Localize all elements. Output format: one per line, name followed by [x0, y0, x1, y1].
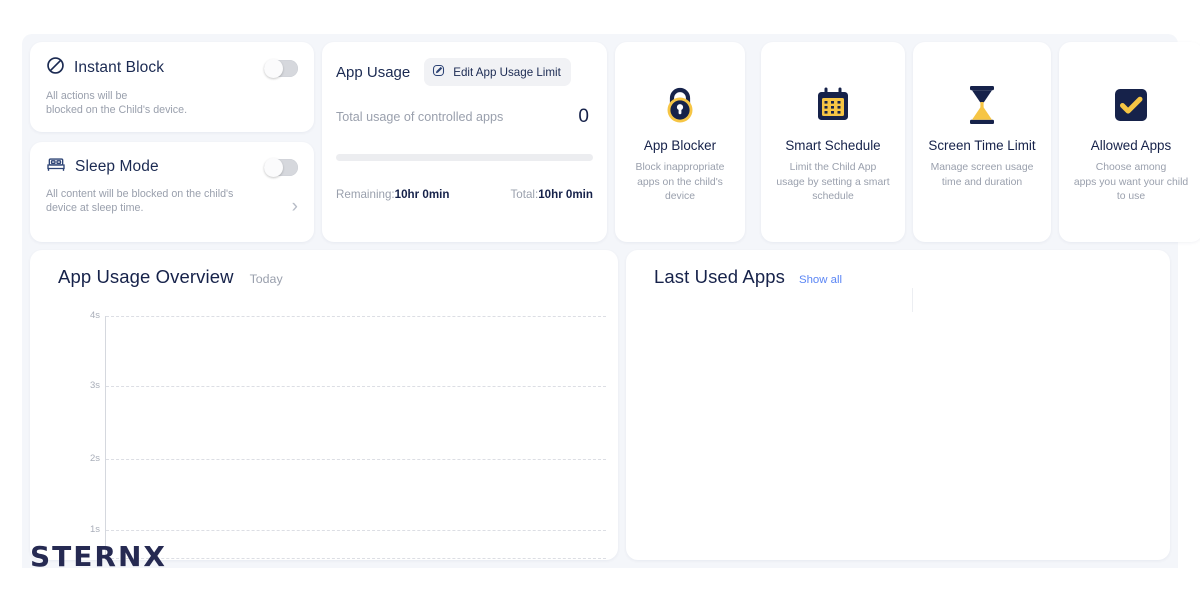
feature-description: Choose among apps you want your child to…: [1064, 161, 1198, 205]
ytick-label: 2s: [89, 453, 100, 464]
top-card-row: Instant Block All actions will be blocke…: [22, 42, 1200, 242]
feature-card-allowed-apps[interactable]: Allowed Apps Choose among apps you want …: [1059, 42, 1200, 242]
calendar-icon: [814, 82, 852, 128]
feature-card-smart-schedule[interactable]: Smart Schedule Limit the Child App usage…: [761, 42, 905, 242]
instant-block-header: Instant Block: [30, 42, 314, 80]
desc-line: Manage screen usage: [930, 162, 1034, 173]
edit-pencil-icon: [431, 63, 446, 81]
desc-line: to use: [1116, 191, 1146, 202]
feature-title: App Blocker: [643, 138, 717, 153]
desc-line: time and duration: [941, 176, 1023, 188]
sleep-mode-title: Sleep Mode: [75, 158, 159, 175]
hourglass-icon: [965, 82, 999, 128]
chart-y-axis: [105, 316, 106, 560]
last-used-apps-header: Last Used Apps Show all: [626, 250, 1170, 288]
prohibition-icon: [46, 56, 65, 80]
edit-app-usage-limit-button[interactable]: Edit App Usage Limit: [424, 58, 571, 86]
instant-block-card[interactable]: Instant Block All actions will be blocke…: [30, 42, 314, 132]
last-used-apps-divider: [912, 288, 913, 312]
desc-line: All actions will be: [46, 90, 128, 102]
feature-title: Smart Schedule: [785, 138, 881, 153]
instant-block-description: All actions will be blocked on the Child…: [30, 80, 277, 117]
app-usage-card: App Usage Edit App Usage Limit Total usa…: [322, 42, 607, 242]
desc-line: Choose among: [1095, 162, 1167, 173]
feature-card-app-blocker[interactable]: App Blocker Block inappropriate apps on …: [615, 42, 745, 242]
instant-block-toggle[interactable]: [264, 58, 298, 78]
feature-title: Allowed Apps: [1090, 138, 1172, 153]
feature-title: Screen Time Limit: [928, 138, 1036, 153]
desc-line: apps on the child's device: [637, 176, 723, 203]
toggle-knob: [264, 157, 283, 177]
feature-description: Limit the Child App usage by setting a s…: [766, 161, 899, 205]
app-usage-overview-panel: App Usage Overview Today 4s 3s 2s 1s: [30, 250, 618, 560]
ytick-label: 4s: [89, 310, 100, 321]
total-time-label: Total:: [510, 188, 539, 201]
last-used-apps-panel: Last Used Apps Show all: [626, 250, 1170, 560]
remaining-value: 10hr 0min: [394, 188, 450, 201]
sleep-mode-toggle[interactable]: [264, 157, 298, 177]
app-usage-header: App Usage Edit App Usage Limit: [322, 42, 607, 86]
feature-description: Block inappropriate apps on the child's …: [615, 161, 745, 205]
chevron-right-icon[interactable]: ›: [292, 197, 298, 216]
gridline-baseline: [106, 558, 606, 559]
desc-line: blocked on the Child's device.: [46, 104, 188, 116]
gridline: [106, 459, 606, 460]
edit-app-usage-limit-label: Edit App Usage Limit: [453, 65, 561, 79]
total-usage-value: 0: [578, 106, 589, 127]
sleep-mode-description: All content will be blocked on the child…: [30, 178, 277, 215]
app-usage-title: App Usage: [336, 63, 411, 81]
total-time: Total:10hr 0min: [511, 188, 594, 201]
dashboard-surface: Instant Block All actions will be blocke…: [22, 34, 1200, 568]
ytick-label: 1s: [89, 524, 100, 535]
app-usage-overview-period[interactable]: Today: [250, 272, 283, 286]
app-usage-footer: Remaining:10hr 0min Total:10hr 0min: [322, 161, 607, 201]
remaining-time: Remaining:10hr 0min: [336, 188, 449, 201]
bottom-panel-row: App Usage Overview Today 4s 3s 2s 1s Las…: [22, 250, 1178, 560]
total-usage-row: Total usage of controlled apps 0: [322, 86, 607, 128]
ytick-label: 3s: [89, 380, 100, 391]
toggle-knob: [264, 58, 283, 78]
desc-line: usage by setting a smart: [776, 176, 890, 188]
app-usage-chart: 4s 3s 2s 1s: [30, 306, 618, 560]
last-used-apps-title: Last Used Apps: [654, 266, 785, 287]
gridline: [106, 530, 606, 531]
desc-line: device at sleep time.: [46, 202, 144, 214]
checkbox-checked-icon: [1112, 82, 1150, 128]
sleep-mode-header: Sleep Mode: [30, 142, 314, 178]
feature-card-screen-time-limit[interactable]: Screen Time Limit Manage screen usage ti…: [913, 42, 1051, 242]
bed-icon: [46, 156, 66, 178]
desc-line: Limit the Child App: [789, 162, 877, 173]
instant-block-title: Instant Block: [74, 59, 165, 76]
total-usage-label: Total usage of controlled apps: [336, 110, 504, 124]
gridline: [106, 316, 606, 317]
page-bottom-spacer: [0, 568, 1200, 600]
app-usage-progress-bar: [336, 154, 593, 161]
sleep-mode-card[interactable]: Sleep Mode All content will be blocked o…: [30, 142, 314, 242]
app-usage-overview-header: App Usage Overview Today: [30, 250, 618, 288]
show-all-link[interactable]: Show all: [799, 274, 842, 286]
desc-line: Block inappropriate: [635, 162, 725, 173]
desc-line: apps you want your child: [1073, 176, 1189, 188]
feature-description: Manage screen usage time and duration: [921, 161, 1044, 190]
desc-line: All content will be blocked on the child…: [46, 188, 234, 200]
total-time-value: 10hr 0min: [538, 188, 593, 201]
remaining-label: Remaining:: [336, 188, 395, 201]
page-title: App Usage Overview: [58, 266, 234, 287]
desc-line: schedule: [812, 191, 854, 202]
padlock-icon: [661, 82, 699, 128]
gridline: [106, 386, 606, 387]
